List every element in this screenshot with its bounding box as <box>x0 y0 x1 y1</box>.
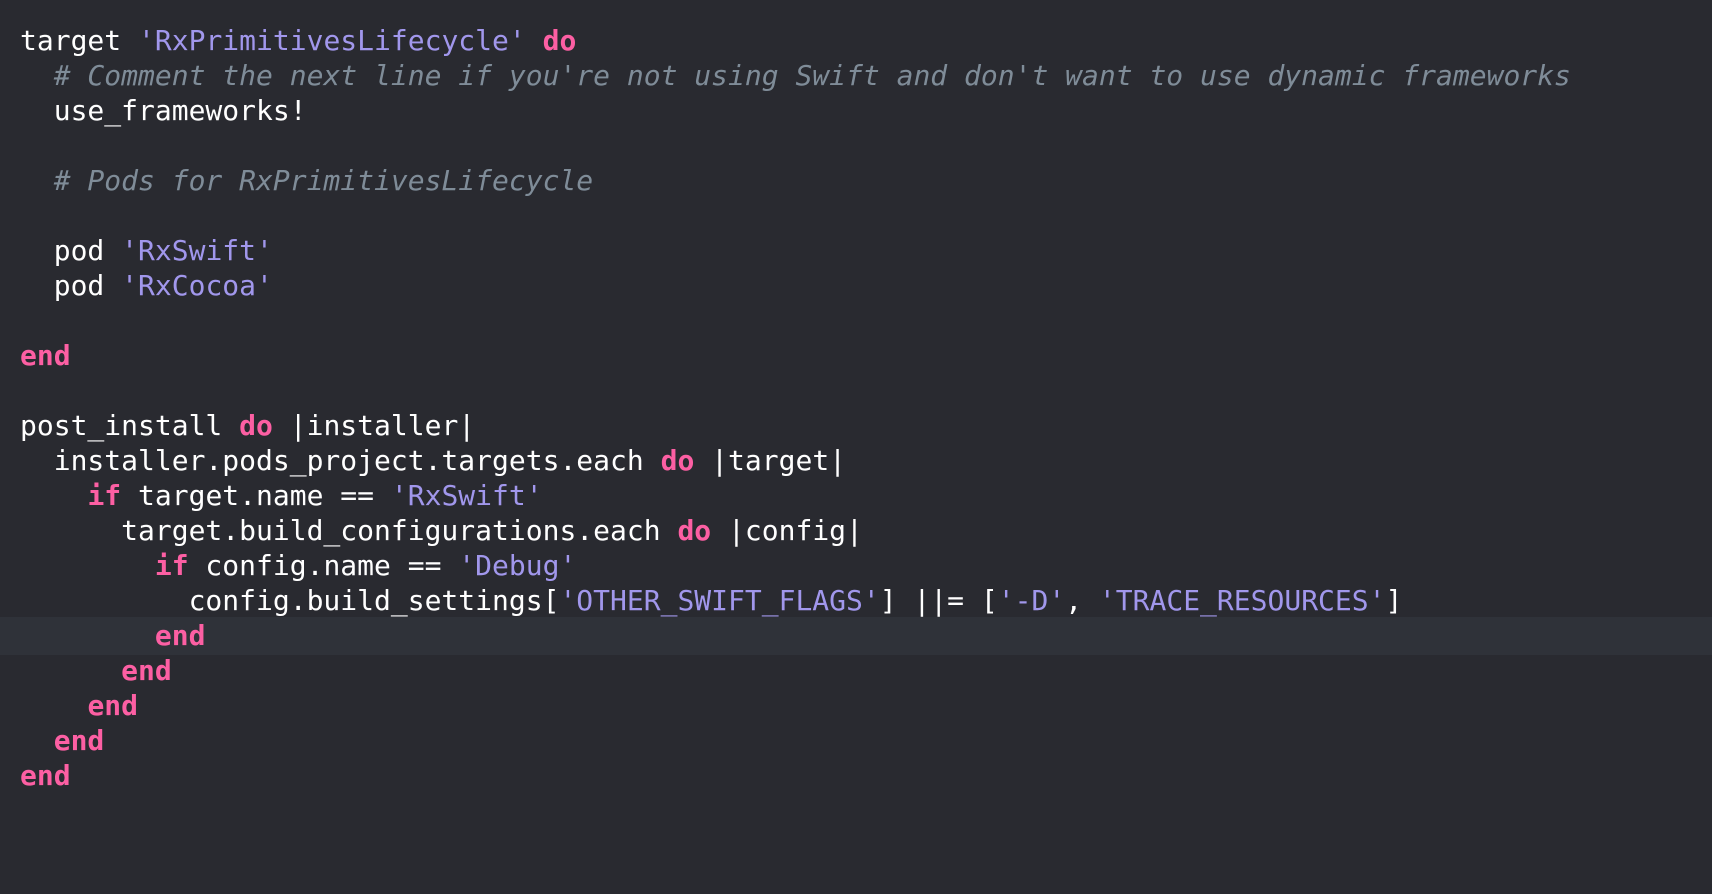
code-token: ] ||= [ <box>879 584 998 617</box>
code-line[interactable]: end <box>0 617 1712 655</box>
string-token: 'Debug' <box>458 549 577 582</box>
keyword-token: end <box>53 724 105 757</box>
comment-token: # Comment the next line if you're not us… <box>20 59 1571 92</box>
keyword-token: end <box>20 759 71 792</box>
string-token: 'RxSwift' <box>121 234 273 267</box>
code-line[interactable]: target.build_configurations.each do |con… <box>0 512 1712 550</box>
code-line[interactable] <box>0 372 1712 410</box>
code-line[interactable] <box>0 127 1712 165</box>
keyword-token: do <box>677 514 712 547</box>
code-token: post_install <box>20 409 240 442</box>
code-line[interactable]: if config.name == 'Debug' <box>0 547 1712 585</box>
code-line[interactable]: end <box>0 337 1712 375</box>
keyword-token: end <box>20 339 71 372</box>
keyword-token: end <box>121 654 172 687</box>
keyword-token: if <box>154 549 189 582</box>
code-token: , <box>1065 584 1099 617</box>
code-token: target <box>20 24 139 57</box>
code-line[interactable]: end <box>0 652 1712 690</box>
string-token: 'RxCocoa' <box>121 269 273 302</box>
code-line[interactable]: installer.pods_project.targets.each do |… <box>0 442 1712 480</box>
keyword-token: if <box>87 479 122 512</box>
code-line[interactable]: use_frameworks! <box>0 92 1712 130</box>
string-token: 'OTHER_SWIFT_FLAGS' <box>559 584 880 617</box>
code-token: |target| <box>694 444 847 477</box>
code-line[interactable]: end <box>0 722 1712 760</box>
code-token: target.build_configurations.each <box>20 514 678 547</box>
code-line[interactable]: # Pods for RxPrimitivesLifecycle <box>0 162 1712 200</box>
code-line[interactable] <box>0 197 1712 235</box>
string-token: '-D' <box>997 584 1066 617</box>
code-line[interactable]: post_install do |installer| <box>0 407 1712 445</box>
code-line[interactable]: end <box>0 687 1712 725</box>
code-line[interactable]: end <box>0 757 1712 795</box>
string-token: 'TRACE_RESOURCES' <box>1098 584 1386 617</box>
keyword-token: do <box>660 444 695 477</box>
code-line[interactable] <box>0 302 1712 340</box>
keyword-token: do <box>239 409 273 442</box>
code-line[interactable]: if target.name == 'RxSwift' <box>0 477 1712 515</box>
code-token: |installer| <box>272 409 476 442</box>
code-line[interactable]: pod 'RxCocoa' <box>0 267 1712 305</box>
code-token: config.name == <box>188 549 459 582</box>
code-line[interactable]: config.build_settings['OTHER_SWIFT_FLAGS… <box>0 582 1712 620</box>
code-token: target.name == <box>121 479 391 512</box>
keyword-token: end <box>154 619 206 652</box>
code-token: use_frameworks! <box>20 94 307 127</box>
code-token: installer.pods_project.targets.each <box>20 444 661 477</box>
code-line[interactable]: # Comment the next line if you're not us… <box>0 57 1712 95</box>
code-token: pod <box>20 234 122 267</box>
code-token: config.build_settings[ <box>20 584 560 617</box>
string-token: 'RxPrimitivesLifecycle' <box>138 24 526 57</box>
code-line[interactable]: target 'RxPrimitivesLifecycle' do <box>0 22 1712 60</box>
comment-token: # Pods for RxPrimitivesLifecycle <box>20 164 594 197</box>
code-editor[interactable]: target 'RxPrimitivesLifecycle' do # Comm… <box>0 0 1712 894</box>
string-token: 'RxSwift' <box>390 479 543 512</box>
keyword-token: do <box>542 24 577 57</box>
code-token: |config| <box>711 514 863 547</box>
keyword-token: end <box>87 689 139 722</box>
code-line[interactable]: pod 'RxSwift' <box>0 232 1712 270</box>
code-token: pod <box>20 269 122 302</box>
code-token: ] <box>1385 584 1403 617</box>
